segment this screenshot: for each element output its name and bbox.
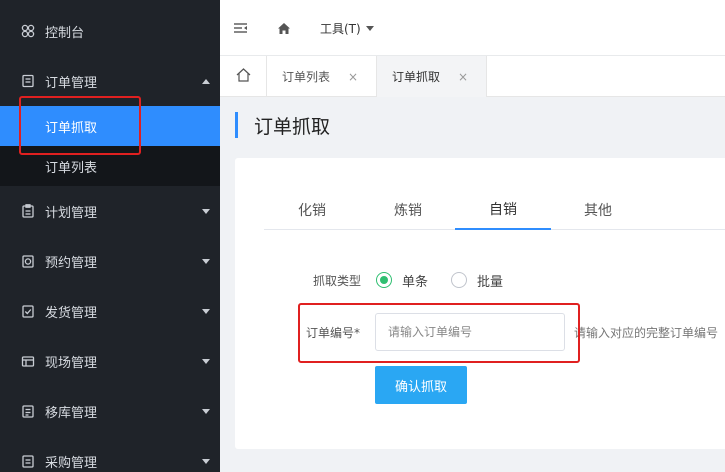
dashboard-icon [21, 24, 35, 38]
sidebar-item-label: 预约管理 [45, 255, 98, 271]
confirm-fetch-button[interactable]: 确认抓取 [375, 366, 467, 404]
sidebar-item-purchase[interactable]: 采购管理 [0, 436, 220, 472]
submenu-item-order-fetch[interactable]: 订单抓取 [0, 106, 220, 146]
sidebar-item-label: 计划管理 [45, 205, 98, 221]
tab-order-fetch[interactable]: 订单抓取 × [377, 56, 487, 97]
menu-toggle-icon[interactable] [234, 0, 248, 56]
tab-chemical-sales[interactable]: 化销 [264, 190, 360, 230]
radio-checked-icon [376, 272, 392, 288]
chevron-down-icon [202, 209, 210, 214]
purchase-icon [21, 454, 35, 468]
page-title: 订单抓取 [235, 112, 330, 138]
sidebar-item-plans[interactable]: 计划管理 [0, 186, 220, 236]
radio-batch-label: 批量 [477, 274, 504, 290]
chevron-down-icon [202, 359, 210, 364]
chevron-down-icon [202, 309, 210, 314]
chevron-down-icon [202, 409, 210, 414]
caret-down-icon [365, 25, 374, 31]
tab-other[interactable]: 其他 [550, 190, 646, 230]
orders-submenu: 订单抓取 订单列表 [0, 106, 220, 186]
tab-label: 订单列表 [282, 70, 331, 84]
order-number-input[interactable] [375, 313, 565, 351]
sidebar-item-label: 移库管理 [45, 405, 98, 421]
chevron-down-icon [202, 259, 210, 264]
shipping-icon [21, 304, 35, 318]
sidebar-item-label: 发货管理 [45, 305, 98, 321]
sidebar-item-label: 现场管理 [45, 355, 98, 371]
top-bar: 工具(T) [220, 0, 725, 56]
sidebar-item-label: 订单管理 [45, 75, 98, 91]
transfer-icon [21, 404, 35, 418]
tab-self-sales[interactable]: 自销 [455, 190, 551, 230]
sidebar: 控制台 订单管理 订单抓取 订单列表 计划管理 预约管理 发货管理 现场管理 移… [0, 0, 220, 472]
sidebar-item-reservations[interactable]: 预约管理 [0, 236, 220, 286]
tab-label: 订单抓取 [392, 70, 441, 84]
radio-single[interactable]: 单条 [376, 270, 428, 290]
close-icon[interactable]: × [458, 70, 468, 84]
tab-refining-sales[interactable]: 炼销 [360, 190, 456, 230]
submenu-item-order-list[interactable]: 订单列表 [0, 146, 220, 186]
home-icon[interactable] [278, 0, 290, 56]
tab-bar: 订单列表 × 订单抓取 × [220, 56, 725, 97]
radio-batch[interactable]: 批量 [451, 270, 503, 290]
sidebar-item-dashboard[interactable]: 控制台 [0, 6, 220, 56]
tools-menu-label: 工具(T) [320, 21, 361, 36]
site-icon [21, 354, 35, 368]
tools-menu[interactable]: 工具(T) [320, 0, 374, 56]
close-icon[interactable]: × [348, 70, 358, 84]
category-tabs: 化销 炼销 自销 其他 [264, 190, 725, 230]
tab-order-list[interactable]: 订单列表 × [267, 56, 377, 97]
sidebar-item-label: 采购管理 [45, 455, 98, 471]
order-icon [21, 74, 35, 88]
sidebar-item-orders[interactable]: 订单管理 [0, 56, 220, 106]
order-number-hint: 请输入对应的完整订单编号 [574, 326, 719, 340]
fetch-type-label: 抓取类型 [313, 274, 362, 288]
reservation-icon [21, 254, 35, 268]
chevron-up-icon [202, 79, 210, 84]
sidebar-item-transfer[interactable]: 移库管理 [0, 386, 220, 436]
radio-single-label: 单条 [402, 274, 429, 290]
plan-icon [21, 204, 35, 218]
order-number-label: 订单编号* [306, 326, 361, 340]
tab-home[interactable] [220, 56, 267, 97]
radio-unchecked-icon [451, 272, 467, 288]
sidebar-item-shipping[interactable]: 发货管理 [0, 286, 220, 336]
sidebar-item-label: 控制台 [45, 25, 85, 41]
home-outline-icon [236, 68, 251, 85]
sidebar-item-site[interactable]: 现场管理 [0, 336, 220, 386]
chevron-down-icon [202, 459, 210, 464]
